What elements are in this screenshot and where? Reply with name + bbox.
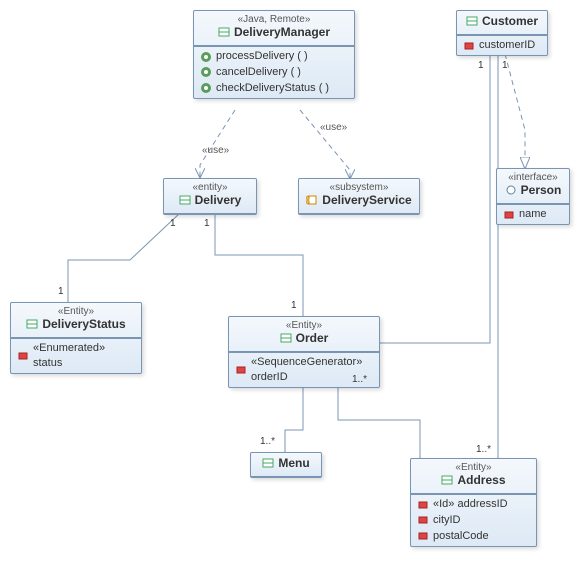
class-name: DeliveryService <box>322 193 411 207</box>
method-row: cancelDelivery ( ) <box>198 65 350 80</box>
class-person[interactable]: «interface»Person name <box>496 168 570 225</box>
method-icon <box>200 66 212 78</box>
method-icon <box>200 51 212 63</box>
class-icon <box>218 26 230 38</box>
attr-icon <box>463 40 475 52</box>
class-address[interactable]: «Entity»Address «Id» addressID cityID po… <box>410 458 537 547</box>
multiplicity: 1 <box>478 60 484 71</box>
class-icon <box>466 15 478 27</box>
interface-icon <box>505 184 517 196</box>
multiplicity: 1 <box>204 218 210 229</box>
attr-row: name <box>501 207 565 222</box>
attr-icon <box>235 364 247 376</box>
class-delivery-service[interactable]: «subsystem»DeliveryService <box>298 178 420 215</box>
class-name: Delivery <box>195 193 242 207</box>
attr-icon <box>417 530 429 542</box>
attr-row: cityID <box>415 513 532 528</box>
class-name: DeliveryStatus <box>42 317 125 331</box>
attr-icon <box>417 514 429 526</box>
class-delivery-status[interactable]: «Entity»DeliveryStatus «Enumerated» stat… <box>10 302 142 374</box>
class-name: Person <box>521 183 562 197</box>
multiplicity: 1..* <box>352 374 367 385</box>
attr-icon <box>417 499 429 511</box>
class-icon <box>179 194 191 206</box>
attr-row: postalCode <box>415 529 532 544</box>
component-icon <box>306 194 318 206</box>
class-icon <box>441 474 453 486</box>
attr-row: «Id» addressID <box>415 497 532 512</box>
class-header: «Java, Remote» DeliveryManager <box>194 11 354 46</box>
methods-section: processDelivery ( ) cancelDelivery ( ) c… <box>194 46 354 98</box>
class-name: Order <box>296 331 329 345</box>
attr-icon <box>503 209 515 221</box>
method-icon <box>200 82 212 94</box>
uml-canvas: «Java, Remote» DeliveryManager processDe… <box>0 0 578 574</box>
method-row: processDelivery ( ) <box>198 49 350 64</box>
multiplicity: 1..* <box>476 444 491 455</box>
class-name: Menu <box>278 456 309 470</box>
class-menu[interactable]: Menu <box>250 452 322 478</box>
attr-row: customerID <box>461 38 543 53</box>
class-icon <box>26 318 38 330</box>
class-name: Customer <box>482 14 538 28</box>
class-icon <box>280 332 292 344</box>
multiplicity: 1 <box>291 300 297 311</box>
attr-row: «Enumerated» status <box>15 341 137 371</box>
class-name: DeliveryManager <box>234 25 330 39</box>
multiplicity: 1..* <box>260 436 275 447</box>
use-label: «use» <box>320 122 347 133</box>
multiplicity: 1 <box>502 60 508 71</box>
method-row: checkDeliveryStatus ( ) <box>198 81 350 96</box>
attr-icon <box>17 350 29 362</box>
class-customer[interactable]: Customer customerID <box>456 10 548 56</box>
multiplicity: 1 <box>58 286 64 297</box>
use-label: «use» <box>202 145 229 156</box>
class-icon <box>262 457 274 469</box>
stereotype-label: «Java, Remote» <box>200 14 348 25</box>
class-delivery-manager[interactable]: «Java, Remote» DeliveryManager processDe… <box>193 10 355 99</box>
class-delivery[interactable]: «entity»Delivery <box>163 178 257 215</box>
multiplicity: 1 <box>170 218 176 229</box>
class-name: Address <box>457 473 505 487</box>
